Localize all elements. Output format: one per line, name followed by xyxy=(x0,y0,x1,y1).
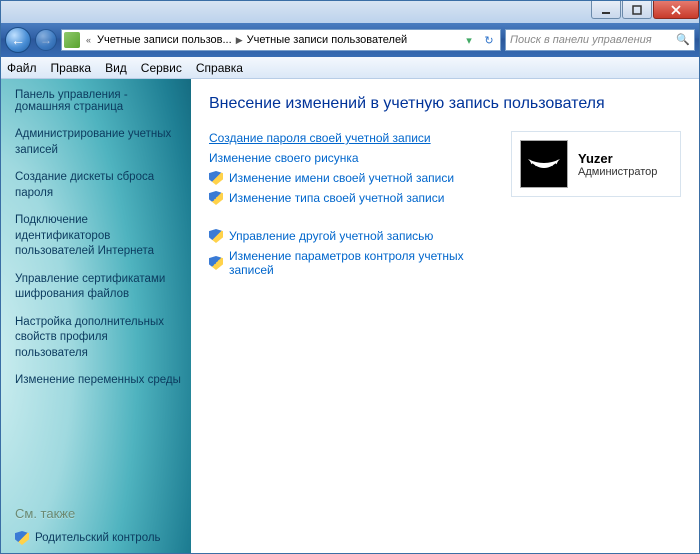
shield-icon xyxy=(209,256,223,270)
search-input[interactable]: Поиск в панели управления 🔍 xyxy=(505,29,695,51)
menu-bar: Файл Правка Вид Сервис Справка xyxy=(1,57,699,79)
content-area: Панель управления - домашняя страница Ад… xyxy=(1,79,699,553)
sidebar-link[interactable]: Создание дискеты сброса пароля xyxy=(15,170,183,201)
see-also-heading: См. также xyxy=(15,506,183,521)
user-role: Администратор xyxy=(578,166,657,178)
breadcrumb-item[interactable]: Учетные записи пользов... xyxy=(97,34,232,46)
task-label: Создание пароля своей учетной записи xyxy=(209,131,431,145)
refresh-button[interactable]: ↻ xyxy=(480,31,498,49)
task-label: Управление другой учетной записью xyxy=(229,229,433,243)
parental-controls-label: Родительский контроль xyxy=(35,532,161,544)
sidebar-link[interactable]: Администрирование учетных записей xyxy=(15,127,183,158)
user-name: Yuzer xyxy=(578,151,657,166)
close-button[interactable] xyxy=(653,1,699,19)
menu-help[interactable]: Справка xyxy=(196,61,243,75)
menu-edit[interactable]: Правка xyxy=(51,61,92,75)
close-icon xyxy=(671,5,681,15)
chevron-right-icon: ▶ xyxy=(236,35,243,46)
task-uac-settings[interactable]: Изменение параметров контроля учетных за… xyxy=(209,249,493,277)
control-panel-icon xyxy=(64,32,80,48)
menu-file[interactable]: Файл xyxy=(7,61,37,75)
sidebar: Панель управления - домашняя страница Ад… xyxy=(1,79,191,553)
shield-icon xyxy=(209,229,223,243)
page-heading: Внесение изменений в учетную запись поль… xyxy=(209,95,681,113)
avatar xyxy=(520,140,568,188)
address-bar[interactable]: « Учетные записи пользов... ▶ Учетные за… xyxy=(61,29,501,51)
maximize-icon xyxy=(632,5,642,15)
menu-view[interactable]: Вид xyxy=(105,61,127,75)
sidebar-link[interactable]: Управление сертификатами шифрования файл… xyxy=(15,272,183,303)
task-create-password[interactable]: Создание пароля своей учетной записи xyxy=(209,131,493,145)
arrow-right-icon: → xyxy=(40,33,52,47)
task-list: Создание пароля своей учетной записи Изм… xyxy=(209,131,493,283)
dropdown-button[interactable]: ▾ xyxy=(460,31,478,49)
back-button[interactable]: ← xyxy=(5,27,31,53)
minimize-button[interactable] xyxy=(591,1,621,19)
user-card: Yuzer Администратор xyxy=(511,131,681,197)
sidebar-link[interactable]: Изменение переменных среды xyxy=(15,373,183,389)
task-change-picture[interactable]: Изменение своего рисунка xyxy=(209,151,493,165)
parental-controls-link[interactable]: Родительский контроль xyxy=(15,531,183,545)
search-icon: 🔍 xyxy=(676,33,690,47)
titlebar xyxy=(1,1,699,23)
chevron-down-icon: ▾ xyxy=(466,34,472,47)
search-placeholder: Поиск в панели управления xyxy=(510,34,652,46)
main-panel: Внесение изменений в учетную запись поль… xyxy=(191,79,699,553)
maximize-button[interactable] xyxy=(622,1,652,19)
menu-tools[interactable]: Сервис xyxy=(141,61,182,75)
task-change-name[interactable]: Изменение имени своей учетной записи xyxy=(209,171,493,185)
arrow-left-icon: ← xyxy=(11,32,25,48)
user-info: Yuzer Администратор xyxy=(578,151,657,178)
sidebar-link[interactable]: Настройка дополнительных свойств профиля… xyxy=(15,315,183,362)
task-label: Изменение своего рисунка xyxy=(209,151,359,165)
sidebar-link[interactable]: Подключение идентификаторов пользователе… xyxy=(15,213,183,260)
chevron-left-icon: « xyxy=(84,35,93,45)
navigation-bar: ← → « Учетные записи пользов... ▶ Учетны… xyxy=(1,23,699,57)
task-manage-other[interactable]: Управление другой учетной записью xyxy=(209,229,493,243)
control-panel-window: ← → « Учетные записи пользов... ▶ Учетны… xyxy=(0,0,700,554)
avatar-image xyxy=(524,149,564,179)
task-change-type[interactable]: Изменение типа своей учетной записи xyxy=(209,191,493,205)
window-buttons xyxy=(590,1,699,19)
content-row: Создание пароля своей учетной записи Изм… xyxy=(209,131,681,283)
task-label: Изменение типа своей учетной записи xyxy=(229,191,444,205)
task-label: Изменение имени своей учетной записи xyxy=(229,171,454,185)
forward-button[interactable]: → xyxy=(35,29,57,51)
shield-icon xyxy=(209,171,223,185)
shield-icon xyxy=(15,531,29,545)
refresh-icon: ↻ xyxy=(484,34,493,47)
minimize-icon xyxy=(601,5,611,15)
task-label: Изменение параметров контроля учетных за… xyxy=(229,249,493,277)
breadcrumb-item[interactable]: Учетные записи пользователей xyxy=(247,34,408,46)
sidebar-home-link[interactable]: Панель управления - домашняя страница xyxy=(15,89,183,113)
shield-icon xyxy=(209,191,223,205)
